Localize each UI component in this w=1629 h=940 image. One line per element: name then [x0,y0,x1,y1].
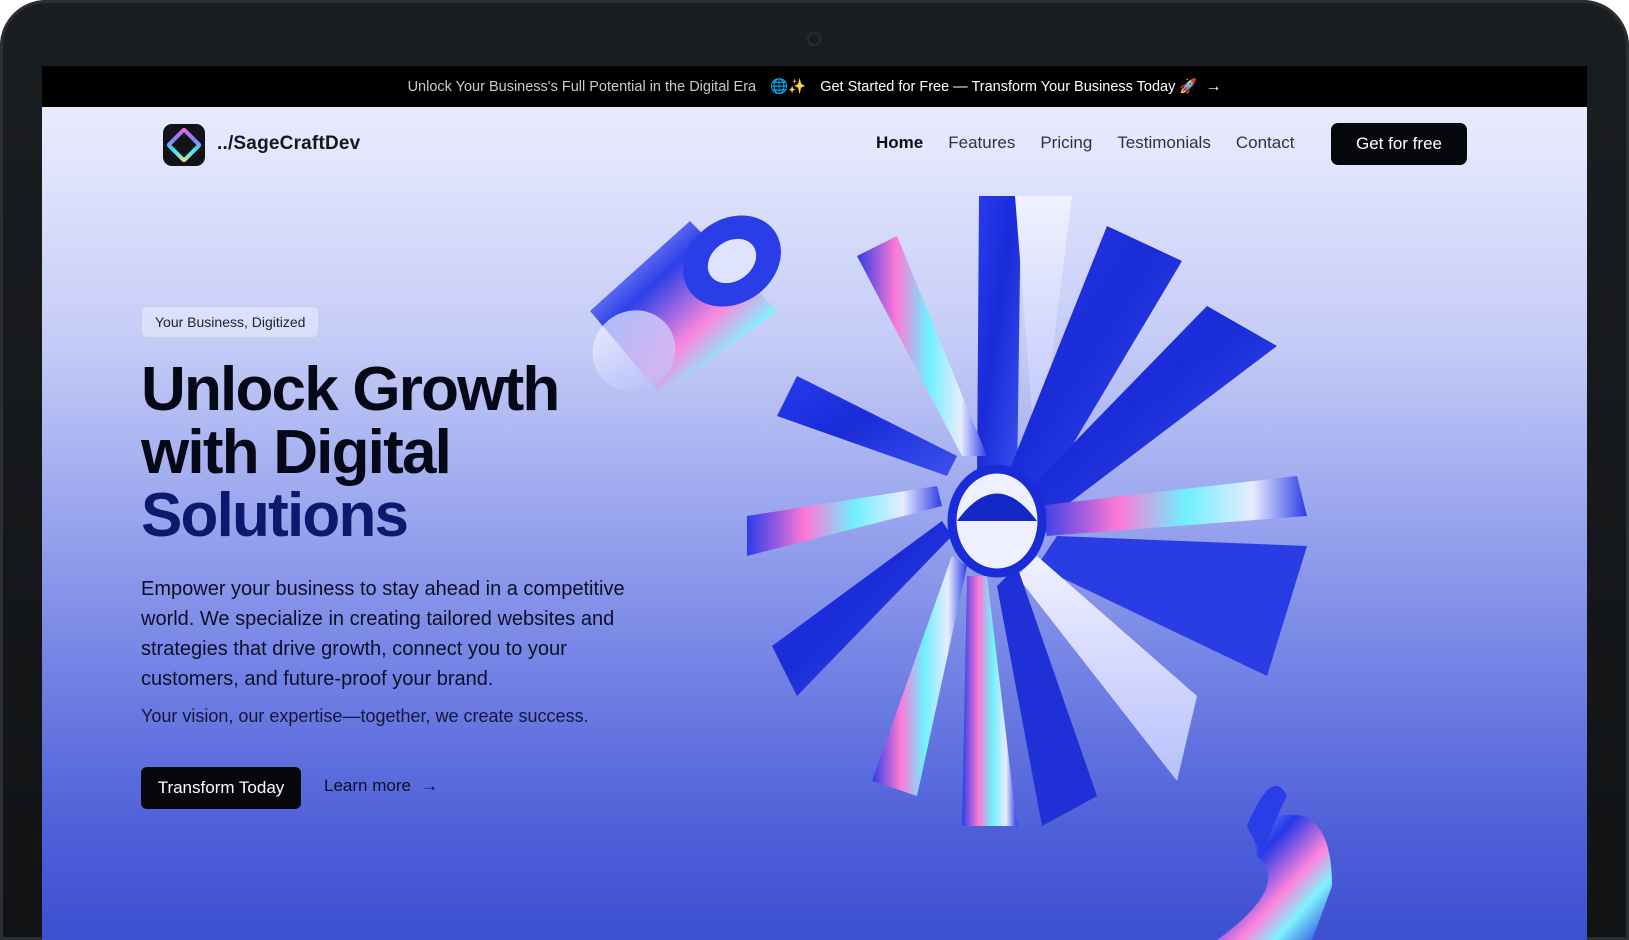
headline-line-1: Unlock Growth [141,355,560,424]
nav-link-features[interactable]: Features [948,133,1015,153]
brand-logo-icon[interactable] [163,124,205,166]
laptop-frame: Unlock Your Business's Full Potential in… [0,0,1629,940]
transform-today-button[interactable]: Transform Today [141,767,301,809]
nav-link-pricing[interactable]: Pricing [1040,133,1092,153]
headline-line-2: with Digital [141,418,452,487]
starburst-sculpture [747,196,1307,826]
hero-headline: Unlock Growth with Digital Solutions [141,358,661,547]
arrow-right-icon: → [420,776,438,795]
nav-link-home[interactable]: Home [876,133,923,153]
brand-name[interactable]: ../SageCraftDev [217,133,360,155]
website-screen: Unlock Your Business's Full Potential in… [42,66,1587,940]
hero-tagline: Your vision, our expertise—together, we … [141,706,589,726]
top-navigation: ../SageCraftDev Home Features Pricing Te… [42,107,1587,185]
diamond-gradient-icon [165,126,203,164]
nav-links: Home Features Pricing Testimonials Conta… [876,133,1294,153]
nav-link-testimonials[interactable]: Testimonials [1117,133,1211,153]
headline-line-3: Solutions [141,481,409,550]
floating-hook-shape [1217,786,1332,940]
learn-more-link[interactable]: Learn more → [324,776,438,796]
learn-more-label: Learn more [324,776,411,795]
camera-dot [809,34,819,44]
hero-badge: Your Business, Digitized [141,306,320,338]
hero-description: Empower your business to stay ahead in a… [141,578,625,690]
nav-link-contact[interactable]: Contact [1236,133,1295,153]
get-for-free-button[interactable]: Get for free [1331,123,1467,165]
